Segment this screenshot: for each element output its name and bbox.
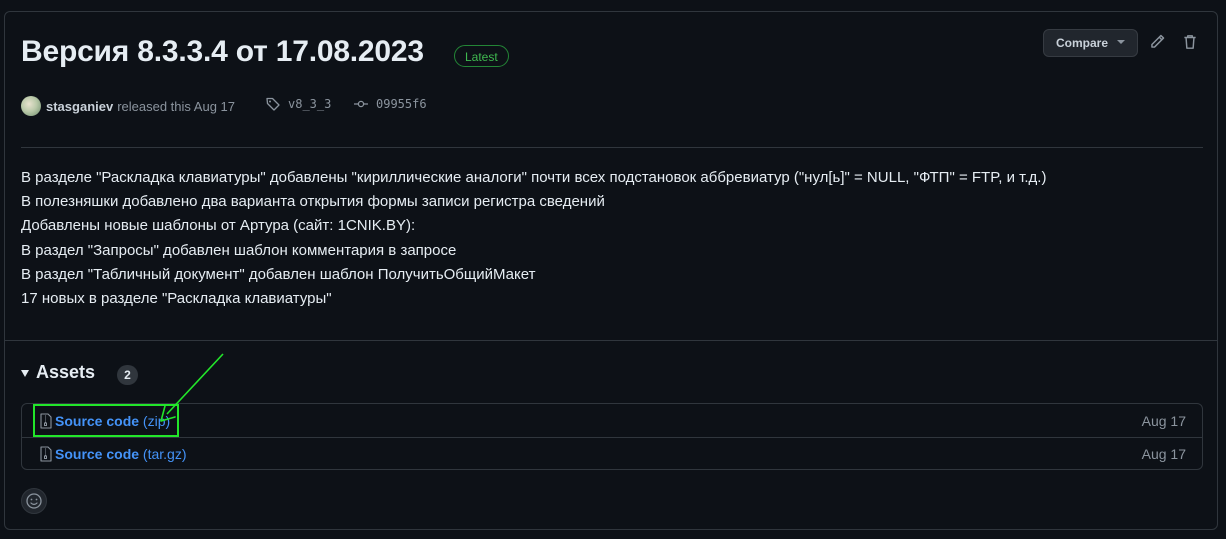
asset-date: Aug 17 xyxy=(1141,445,1186,462)
compare-label: Compare xyxy=(1056,36,1109,50)
annotation-arrow-icon xyxy=(160,353,224,422)
tag-name[interactable]: v8_3_3 xyxy=(288,97,331,111)
released-text: released this Aug 17 xyxy=(117,98,236,114)
pencil-icon[interactable] xyxy=(1148,33,1166,51)
note-line: В раздел "Запросы" добавлен шаблон комме… xyxy=(21,241,457,259)
commit-info[interactable]: 09955f6 xyxy=(353,96,427,112)
note-line: Добавлены новые шаблоны от Артура (сайт:… xyxy=(21,217,416,235)
source-code-tar-link[interactable]: Source code (tar.gz) xyxy=(55,446,187,462)
assets-heading: Assets xyxy=(36,362,96,382)
author-link[interactable]: stasganiev xyxy=(46,99,113,114)
note-line: 17 новых в разделе "Раскладка клавиатуры… xyxy=(21,290,332,308)
triangle-down-icon xyxy=(21,370,29,377)
file-zip-icon xyxy=(40,445,52,462)
tag-icon xyxy=(266,97,280,111)
assets-toggle[interactable]: Assets xyxy=(21,362,95,383)
release-meta: stasganiev released this Aug 17 xyxy=(21,96,235,116)
tag-info[interactable]: v8_3_3 xyxy=(265,96,331,112)
divider xyxy=(21,147,1203,148)
note-line: В полезняшки добавлено два варианта откр… xyxy=(21,193,605,211)
release-title[interactable]: Версия 8.3.3.4 от 17.08.2023 xyxy=(21,35,424,69)
commit-icon xyxy=(354,100,368,108)
commit-hash[interactable]: 09955f6 xyxy=(376,97,427,111)
note-line: В разделе "Раскладка клавиатуры" добавле… xyxy=(21,169,1047,186)
add-reaction-button[interactable] xyxy=(21,488,47,514)
asset-name: Source code xyxy=(55,445,140,462)
asset-row: Source code (tar.gz) Aug 17 xyxy=(22,437,1202,470)
avatar[interactable] xyxy=(21,96,41,116)
assets-count: 2 xyxy=(117,365,138,385)
section-divider xyxy=(4,340,1218,341)
smiley-icon xyxy=(26,493,42,509)
asset-date: Aug 17 xyxy=(1141,412,1186,429)
latest-badge: Latest xyxy=(454,45,509,67)
caret-down-icon xyxy=(1117,40,1125,44)
note-line: В раздел "Табличный документ" добавлен ш… xyxy=(21,265,536,283)
release-notes: В разделе "Раскладка клавиатуры" добавле… xyxy=(21,166,1046,311)
trash-icon[interactable] xyxy=(1181,33,1199,51)
compare-button[interactable]: Compare xyxy=(1043,29,1138,57)
asset-ext: (tar.gz) xyxy=(142,445,187,462)
